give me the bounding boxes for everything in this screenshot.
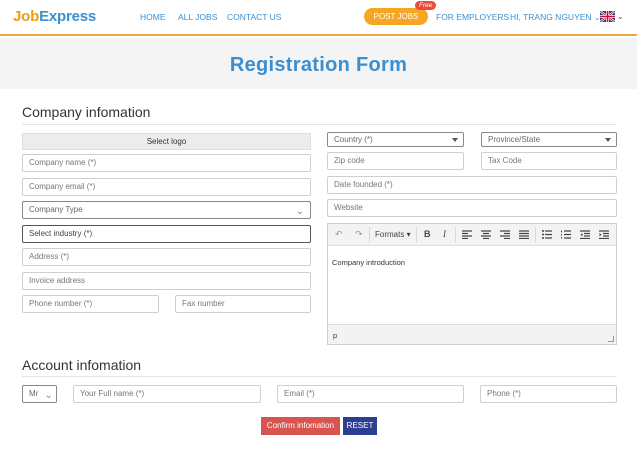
post-jobs-button[interactable]: POST JOBS	[364, 8, 428, 25]
section-divider	[22, 124, 617, 125]
align-right-icon[interactable]	[500, 230, 510, 239]
section-divider	[22, 376, 617, 377]
company-type-value: Company Type	[29, 205, 83, 214]
country-select[interactable]: Country (*)	[327, 132, 464, 147]
province-value: Province/State	[488, 135, 541, 144]
bullet-list-icon[interactable]	[542, 230, 552, 239]
toolbar-divider	[369, 227, 370, 243]
account-section-title: Account infomation	[22, 357, 142, 373]
free-badge: Free	[415, 1, 437, 10]
email-field[interactable]: Email (*)	[277, 385, 464, 403]
country-value: Country (*)	[334, 135, 373, 144]
nav-contact-us[interactable]: CONTACT US	[227, 12, 281, 22]
editor-content[interactable]: Company introduction	[332, 258, 405, 267]
caret-down-icon	[605, 138, 611, 142]
select-industry-field[interactable]: Select industry (*)	[22, 225, 311, 243]
bold-icon[interactable]: B	[424, 229, 431, 239]
user-greeting: HI, TRANG NGUYEN	[510, 12, 592, 22]
fax-number-field[interactable]: Fax number	[175, 295, 311, 313]
phone-number-field[interactable]: Phone number (*)	[22, 295, 159, 313]
logo-express: Express	[39, 8, 97, 25]
address-field[interactable]: Address (*)	[22, 248, 311, 266]
page-title: Registration Form	[229, 54, 408, 76]
company-email-field[interactable]: Company email (*)	[22, 178, 311, 196]
jobexpress-logo[interactable]: JobExpress	[13, 8, 96, 25]
undo-icon[interactable]: ↶	[335, 229, 343, 240]
outdent-icon[interactable]	[580, 230, 590, 239]
nav-all-jobs[interactable]: ALL JOBS	[178, 12, 217, 22]
nav-for-employers[interactable]: FOR EMPLOYERS	[436, 12, 509, 22]
date-founded-field[interactable]: Date founded (*)	[327, 176, 617, 194]
province-select[interactable]: Province/State	[481, 132, 617, 147]
editor-toolbar: ↶ ↷ Formats ▾ B I	[328, 224, 616, 246]
website-field[interactable]: Website	[327, 199, 617, 217]
resize-handle-icon[interactable]	[608, 336, 614, 342]
logo-job: Job	[13, 8, 40, 25]
align-justify-icon[interactable]	[519, 230, 529, 239]
element-path[interactable]: p	[333, 331, 337, 340]
formats-dropdown[interactable]: Formats ▾	[375, 230, 411, 239]
full-name-field[interactable]: Your Full name (*)	[73, 385, 261, 403]
chevron-down-icon: ⌄	[295, 206, 304, 217]
company-name-field[interactable]: Company name (*)	[22, 154, 311, 172]
caret-down-icon: ▾	[406, 230, 411, 239]
toolbar-divider	[535, 227, 536, 243]
language-chevron-icon[interactable]: ⌄	[617, 12, 624, 21]
indent-icon[interactable]	[599, 230, 609, 239]
phone-field[interactable]: Phone (*)	[480, 385, 617, 403]
italic-icon[interactable]: I	[443, 229, 446, 239]
tax-code-field[interactable]: Tax Code	[481, 152, 617, 170]
salutation-select[interactable]: Mr ⌄	[22, 385, 57, 403]
company-section-title: Company infomation	[22, 104, 151, 120]
toolbar-divider	[455, 227, 456, 243]
align-center-icon[interactable]	[481, 230, 491, 239]
redo-icon[interactable]: ↷	[355, 229, 363, 240]
top-navbar: JobExpress HOME ALL JOBS CONTACT US POST…	[0, 0, 637, 36]
select-logo-button[interactable]: Select logo	[22, 133, 311, 150]
editor-statusbar: p	[328, 324, 616, 344]
toolbar-divider	[416, 227, 417, 243]
caret-down-icon	[452, 138, 458, 142]
company-type-select[interactable]: Company Type ⌄	[22, 201, 311, 219]
nav-home[interactable]: HOME	[140, 12, 166, 22]
salutation-value: Mr	[29, 389, 39, 398]
formats-label: Formats	[375, 230, 405, 239]
user-menu[interactable]: HI, TRANG NGUYEN ⌄	[510, 12, 601, 22]
zip-code-field[interactable]: Zip code	[327, 152, 464, 170]
confirm-button[interactable]: Confirm infomation	[261, 417, 340, 435]
uk-flag-icon[interactable]	[600, 11, 615, 22]
invoice-address-field[interactable]: Invoice address	[22, 272, 311, 290]
chevron-down-icon: ⌄	[44, 390, 53, 401]
numbered-list-icon[interactable]	[561, 230, 571, 239]
align-left-icon[interactable]	[462, 230, 472, 239]
company-intro-editor[interactable]: ↶ ↷ Formats ▾ B I Company introduction p	[327, 223, 617, 345]
reset-button[interactable]: RESET	[343, 417, 377, 435]
